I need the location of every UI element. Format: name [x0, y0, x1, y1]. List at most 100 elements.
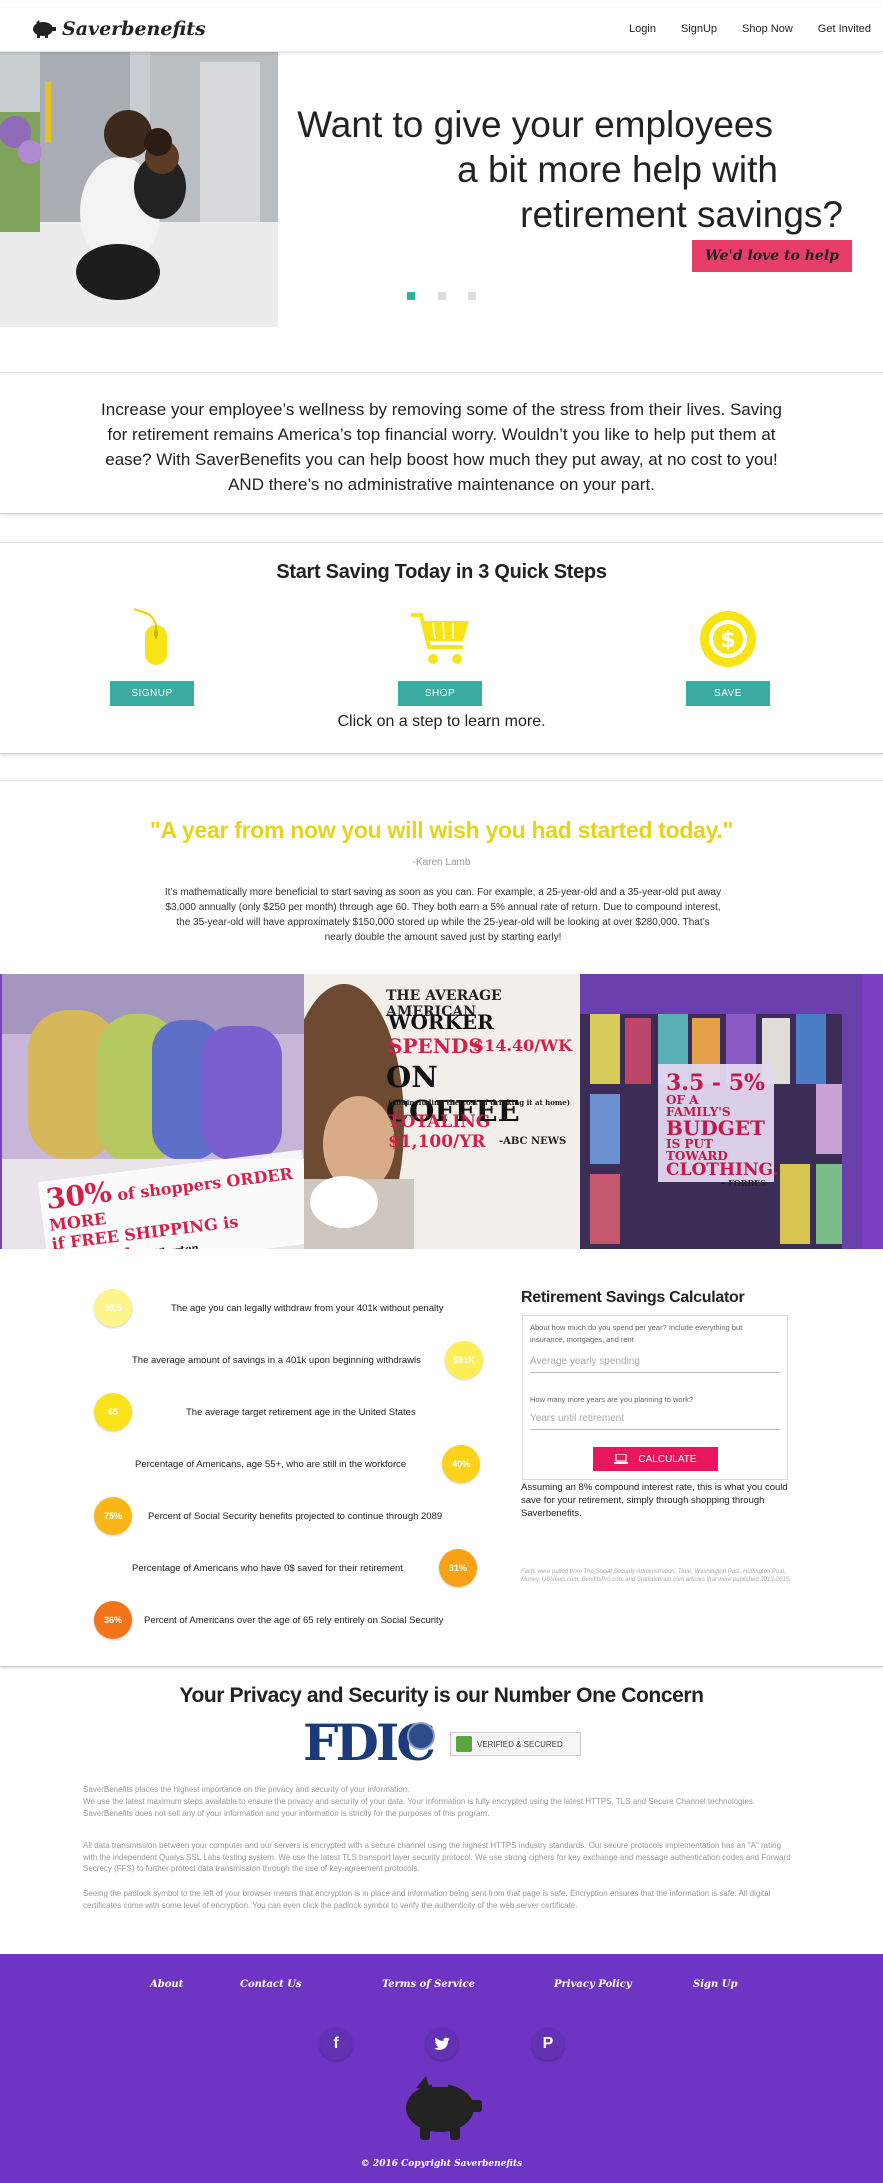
spending-question: About how much do you spend per year? In…: [530, 1323, 743, 1344]
privacy-paragraph-2: We use the latest maximum steps availabl…: [83, 1797, 756, 1818]
lock-icon: [456, 1736, 472, 1752]
footer-link-about[interactable]: About: [150, 1979, 183, 1990]
piggy-bank-icon: [33, 20, 56, 38]
fact-text: The average target retirement age in the…: [186, 1406, 416, 1418]
fdic-seal-icon: [407, 1722, 435, 1750]
fact-text: The average amount of savings in a 401k …: [132, 1354, 421, 1366]
privacy-title: Your Privacy and Security is our Number …: [179, 1684, 704, 1707]
svg-text:$: $: [720, 628, 735, 653]
carousel-dot-1[interactable]: [407, 292, 416, 300]
quote-author: -Karen Lamb: [412, 857, 471, 868]
footer-link-terms[interactable]: Terms of Service: [382, 1979, 475, 1990]
signup-step-button[interactable]: SIGNUP: [110, 681, 194, 706]
nav-login[interactable]: Login: [629, 23, 656, 35]
nav-get-invited[interactable]: Get Invited: [818, 23, 871, 35]
calculator-note: Assuming an 8% compound interest rate, t…: [521, 1482, 788, 1519]
yearly-spending-input[interactable]: [530, 1351, 780, 1373]
fact-text: The age you can legally withdraw from yo…: [171, 1302, 444, 1314]
coffee-line-7: -ABC NEWS: [499, 1136, 567, 1147]
banner-panel-shipping: 30% of shoppers ORDER MORE if FREE SHIPP…: [2, 974, 304, 1249]
fact-text: Percent of Social Security benefits proj…: [148, 1510, 443, 1522]
nav-signup[interactable]: SignUp: [681, 23, 717, 35]
page: Saverbenefits Login SignUp Shop Now Get …: [0, 0, 883, 2183]
fact-circle: $91K: [444, 1341, 483, 1379]
years-until-retirement-input[interactable]: [530, 1408, 780, 1430]
privacy-paragraph-4: Seeing the padlock symbol to the left of…: [83, 1889, 771, 1910]
step-signup: SIGNUP: [110, 599, 194, 706]
laptop-icon: [614, 1454, 629, 1464]
calculator-title: Retirement Savings Calculator: [521, 1289, 745, 1306]
cart-icon[interactable]: [398, 599, 482, 669]
steps-title: Start Saving Today in 3 Quick Steps: [276, 561, 607, 583]
verified-secured-badge[interactable]: VERIFIED & SECURED: [450, 1732, 581, 1756]
quote-section: "A year from now you will wish you had s…: [0, 780, 883, 970]
pinterest-icon[interactable]: P: [532, 2028, 564, 2060]
fact-item: 36% Percent of Americans over the age of…: [94, 1601, 443, 1639]
fact-text: Percentage of Americans, age 55+, who ar…: [135, 1458, 407, 1470]
hero-tag: We'd love to help: [692, 240, 852, 272]
steps-footer: Click on a step to learn more.: [337, 713, 546, 730]
clothing-stat: 3.5 - 5% OF A FAMILY'S BUDGET IS PUT TOW…: [658, 1064, 778, 1187]
nav-shop-now[interactable]: Shop Now: [742, 23, 793, 35]
save-step-button[interactable]: SAVE: [686, 681, 770, 706]
facebook-icon[interactable]: f: [320, 2028, 352, 2060]
fact-item: 59.5 The age you can legally withdraw fr…: [94, 1289, 443, 1327]
privacy-section: Your Privacy and Security is our Number …: [0, 1670, 883, 1953]
steps-section: Start Saving Today in 3 Quick Steps SIGN…: [0, 542, 883, 754]
calculate-button[interactable]: CALCULATE: [593, 1447, 718, 1471]
fact-circle: 36%: [94, 1601, 132, 1639]
facts-section: 59.5 The age you can legally withdraw fr…: [0, 1249, 883, 1667]
intro-section: Increase your employee’s wellness by rem…: [0, 372, 883, 514]
fact-circle: 59.5: [94, 1289, 132, 1327]
quote-text: "A year from now you will wish you had s…: [149, 817, 734, 843]
footer-link-privacy[interactable]: Privacy Policy: [554, 1979, 632, 1990]
fact-circle: 65: [94, 1393, 132, 1431]
hero-line-2: a bit more help with: [457, 149, 778, 190]
banner-panel-coffee: THE AVERAGE AMERICAN WORKER SPENDS $14.4…: [304, 974, 580, 1249]
calculator-form: About how much do you spend per year? In…: [522, 1315, 788, 1480]
carousel-dot-3[interactable]: [467, 292, 476, 300]
brand-logo[interactable]: Saverbenefits: [30, 18, 206, 40]
stats-banner: 30% of shoppers ORDER MORE if FREE SHIPP…: [0, 974, 883, 1249]
fact-item: The average amount of savings in a 401k …: [132, 1341, 483, 1379]
privacy-paragraph-1: SaverBenefits places the highest importa…: [83, 1785, 410, 1794]
piggy-bank-icon: [406, 2076, 482, 2140]
dollar-coin-icon[interactable]: $: [686, 599, 770, 669]
fact-item: Percentage of Americans, age 55+, who ar…: [135, 1445, 481, 1483]
mouse-icon[interactable]: [110, 599, 194, 669]
shop-step-button[interactable]: SHOP: [398, 681, 482, 706]
intro-text: Increase your employee’s wellness by rem…: [101, 400, 782, 494]
fact-circle: 75%: [94, 1497, 132, 1535]
step-save: $ SAVE: [686, 599, 770, 706]
quote-body: It’s mathematically more beneficial to s…: [164, 887, 722, 943]
hero-photo: [0, 52, 278, 327]
hero-headline: Want to give your employees a bit more h…: [283, 102, 843, 237]
carousel-dots: [0, 287, 883, 305]
fact-item: 65 The average target retirement age in …: [94, 1393, 416, 1431]
calculator-sources: Facts were pulled from The Social Securi…: [521, 1569, 791, 1583]
privacy-paragraph-3: All data transmission between your compu…: [83, 1841, 791, 1873]
carousel-dot-2[interactable]: [437, 292, 446, 300]
footer: About Contact Us Terms of Service Privac…: [0, 1954, 883, 2183]
years-question: How many more years are you planning to …: [530, 1395, 693, 1404]
twitter-icon[interactable]: [426, 2028, 458, 2060]
fact-item: Percentage of Americans who have 0$ save…: [132, 1549, 477, 1587]
calculate-label: CALCULATE: [638, 1453, 697, 1465]
coffee-line-5: (not including the cost of drinking it a…: [388, 1098, 571, 1107]
verified-label: VERIFIED & SECURED: [477, 1739, 563, 1749]
brand-name: Saverbenefits: [62, 18, 206, 40]
hero-carousel: Want to give your employees a bit more h…: [0, 52, 883, 327]
step-shop: SHOP: [398, 599, 482, 706]
banner-panel-clothing: 3.5 - 5% OF A FAMILY'S BUDGET IS PUT TOW…: [580, 974, 862, 1249]
fact-item: 75% Percent of Social Security benefits …: [94, 1497, 442, 1535]
coffee-line-3: $14.40/WK: [473, 1036, 572, 1055]
footer-link-sign-up[interactable]: Sign Up: [693, 1979, 737, 1990]
fact-text: Percent of Americans over the age of 65 …: [144, 1614, 444, 1626]
hero-line-3: retirement savings?: [520, 194, 843, 235]
nav-links: Login SignUp Shop Now Get Invited: [604, 23, 871, 35]
fact-circle: 40%: [442, 1445, 481, 1483]
top-nav: Saverbenefits Login SignUp Shop Now Get …: [0, 8, 883, 52]
copyright: © 2016 Copyright Saverbenefits: [360, 2159, 523, 2169]
hero-line-1: Want to give your employees: [297, 104, 773, 145]
footer-link-contact-us[interactable]: Contact Us: [240, 1979, 302, 1990]
